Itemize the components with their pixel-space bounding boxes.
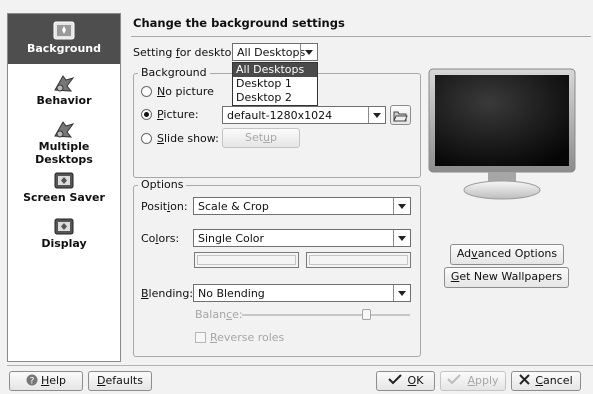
colors-select-value: Single Color [198,232,265,245]
title-divider [131,36,591,37]
background-icon [53,21,75,40]
sidebar-item-label: Behavior [36,94,92,107]
advanced-options-button[interactable]: Advanced Options [450,244,564,265]
secondary-color-button[interactable] [306,252,411,268]
slide-show-label: Slide show: [157,132,219,145]
help-button[interactable]: ? Help [9,371,83,391]
position-select[interactable]: Scale & Crop [193,197,411,215]
checkmark-icon [387,374,402,385]
desktop-select[interactable]: All Desktops [232,43,318,61]
checkmark-icon [447,374,462,385]
desktop-dropdown-menu: All Desktops Desktop 1 Desktop 2 [232,62,318,106]
browse-picture-button[interactable] [390,105,411,125]
folder-open-icon [393,111,408,122]
behavior-icon [54,75,75,92]
defaults-button[interactable]: Defaults [88,371,152,391]
picture-select-value: default-1280x1024 [227,109,333,122]
picture-label: Picture: [157,108,199,121]
dropdown-option-desktop-1[interactable]: Desktop 1 [233,77,317,91]
balance-slider-handle[interactable] [362,309,371,320]
desktop-select-value: All Desktops [237,46,306,59]
monitor-preview [428,68,576,200]
sidebar-item-screen-saver[interactable]: Screen Saver [8,171,120,211]
chevron-down-icon[interactable] [368,107,385,123]
setup-button[interactable]: Setup [222,128,300,148]
sidebar-item-background[interactable]: Background [8,14,120,64]
picture-radio[interactable] [141,109,152,120]
page-title: Change the background settings [133,16,345,30]
sidebar-item-label: Background [26,42,102,55]
options-group-title: Options [138,178,187,191]
display-icon [54,218,74,235]
sidebar-item-label: Screen Saver [23,191,105,204]
sidebar-item-behavior[interactable]: Behavior [8,72,120,116]
chevron-down-icon[interactable] [300,44,317,60]
background-group-title: Background [138,66,210,79]
slide-show-radio[interactable] [141,133,152,144]
blending-select[interactable]: No Blending [193,284,411,302]
reverse-roles-label: Reverse roles [210,331,285,344]
balance-label: Balance: [195,308,243,321]
sidebar-item-multiple-desktops[interactable]: Multiple Desktops [8,118,120,166]
sidebar-item-display[interactable]: Display [8,217,120,257]
close-icon [519,374,531,385]
multiple-desktops-icon [54,121,75,138]
position-label: Position: [141,200,188,213]
reverse-roles-checkbox[interactable] [195,332,206,343]
no-picture-radio[interactable] [141,86,152,97]
sidebar-item-label: Multiple Desktops [35,140,93,166]
screen-saver-icon [54,172,74,189]
primary-color-button[interactable] [194,252,299,268]
desktop-setting-label: Setting for desktop: [133,46,243,59]
footer-divider [7,365,593,366]
get-new-wallpapers-button[interactable]: Get New Wallpapers [444,267,569,288]
sidebar-item-label: Display [41,237,87,250]
balance-slider-track[interactable] [242,314,410,316]
chevron-down-icon[interactable] [393,285,410,301]
apply-button[interactable]: Apply [440,371,506,391]
blending-select-value: No Blending [198,287,265,300]
chevron-down-icon[interactable] [393,198,410,214]
dropdown-option-desktop-2[interactable]: Desktop 2 [233,91,317,105]
blending-label: Blending: [141,287,194,300]
cancel-button[interactable]: Cancel [511,371,581,391]
position-select-value: Scale & Crop [198,200,269,213]
chevron-down-icon[interactable] [393,230,410,246]
svg-text:?: ? [30,377,35,387]
dropdown-option-all-desktops[interactable]: All Desktops [233,63,317,77]
colors-label: Colors: [141,232,180,245]
no-picture-label: No picture [157,85,214,98]
settings-sidebar: Background Behavior Multiple Desktops Sc… [7,13,121,362]
help-icon: ? [26,374,38,387]
ok-button[interactable]: OK [376,371,435,391]
picture-select[interactable]: default-1280x1024 [222,106,386,124]
colors-select[interactable]: Single Color [193,229,411,247]
